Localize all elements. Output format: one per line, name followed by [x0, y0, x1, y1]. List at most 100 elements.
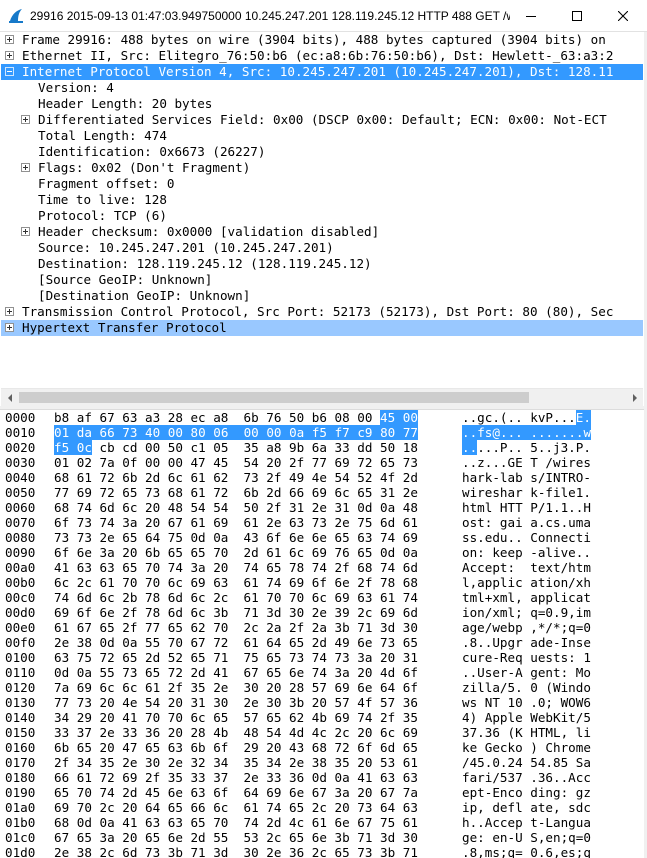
tree-row[interactable]: Ethernet II, Src: Elitegro_76:50:b6 (ec:… [1, 48, 643, 64]
maximize-button[interactable] [554, 0, 600, 31]
tree-row[interactable]: Internet Protocol Version 4, Src: 10.245… [1, 64, 643, 80]
tree-row[interactable]: Fragment offset: 0 [1, 176, 643, 192]
hex-row[interactable]: 0180 66 61 72 69 2f 35 33 37 2e 33 36 0d … [1, 770, 645, 785]
expand-plus-icon[interactable] [21, 227, 30, 236]
tree-row[interactable]: Header Length: 20 bytes [1, 96, 643, 112]
expand-plus-icon[interactable] [5, 307, 14, 316]
hex-ascii: age/webp ,*/*;q=0 [462, 620, 591, 635]
hex-row[interactable]: 0140 34 29 20 41 70 70 6c 65 57 65 62 4b … [1, 710, 645, 725]
expand-plus-icon[interactable] [5, 35, 14, 44]
details-horizontal-scrollbar[interactable] [1, 388, 643, 406]
hex-ascii: cure-Req uests: 1 [462, 650, 591, 665]
hex-row[interactable]: 00c0 74 6d 6c 2b 78 6d 6c 2c 61 70 70 6c … [1, 590, 645, 605]
hex-row[interactable]: 0000 b8 af 67 63 a3 28 ec a8 6b 76 50 b6 … [1, 410, 645, 425]
tree-row[interactable]: Protocol: TCP (6) [1, 208, 643, 224]
hex-bytes: 2e 38 0d 0a 55 70 67 72 61 64 65 2d 49 6… [54, 635, 418, 650]
hex-offset: 0130 [5, 695, 36, 710]
hex-ascii: ion/xml; q=0.9,im [462, 605, 591, 620]
tree-row-label: Flags: 0x02 (Don't Fragment) [38, 160, 251, 175]
hex-ascii: zilla/5. 0 (Windo [462, 680, 591, 695]
wireshark-fin-icon [9, 9, 23, 23]
hex-row[interactable]: 0040 68 61 72 6b 2d 6c 61 62 73 2f 49 4e … [1, 470, 645, 485]
hex-row[interactable]: 0060 68 74 6d 6c 20 48 54 54 50 2f 31 2e … [1, 500, 645, 515]
tree-row[interactable]: [Source GeoIP: Unknown] [1, 272, 643, 288]
hex-ascii: ept-Enco ding: gz [462, 785, 591, 800]
hex-bytes: 77 69 72 65 73 68 61 72 6b 2d 66 69 6c 6… [54, 485, 418, 500]
tree-row[interactable]: Header checksum: 0x0000 [validation disa… [1, 224, 643, 240]
hex-row[interactable]: 00e0 61 67 65 2f 77 65 62 70 2c 2a 2f 2a … [1, 620, 645, 635]
hex-offset: 00e0 [5, 620, 36, 635]
hex-bytes: 68 0d 0a 41 63 63 65 70 74 2d 4c 61 6e 6… [54, 815, 418, 830]
hex-row[interactable]: 00a0 41 63 63 65 70 74 3a 20 74 65 78 74 … [1, 560, 645, 575]
hex-row[interactable]: 0030 01 02 7a 0f 00 00 47 45 54 20 2f 77 … [1, 455, 645, 470]
hex-row[interactable]: 00f0 2e 38 0d 0a 55 70 67 72 61 64 65 2d … [1, 635, 645, 650]
hex-ascii: ge: en-U S,en;q=0 [462, 830, 591, 845]
hex-row[interactable]: 0080 73 73 2e 65 64 75 0d 0a 43 6f 6e 6e … [1, 530, 645, 545]
scroll-right-button[interactable] [626, 389, 643, 406]
packet-bytes-pane[interactable]: 0000 b8 af 67 63 a3 28 ec a8 6b 76 50 b6 … [1, 410, 645, 858]
hex-offset: 00a0 [5, 560, 36, 575]
hex-row[interactable]: 0170 2f 34 35 2e 30 2e 32 34 35 34 2e 38 … [1, 755, 645, 770]
tree-row-label: Hypertext Transfer Protocol [22, 320, 227, 335]
hex-row[interactable]: 01c0 67 65 3a 20 65 6e 2d 55 53 2c 65 6e … [1, 830, 645, 845]
hex-row[interactable]: 0050 77 69 72 65 73 68 61 72 6b 2d 66 69 … [1, 485, 645, 500]
hex-offset: 0140 [5, 710, 36, 725]
hex-row[interactable]: 0100 63 75 72 65 2d 52 65 71 75 65 73 74 … [1, 650, 645, 665]
hex-ascii: 37.36 (K HTML, li [462, 725, 591, 740]
tree-row[interactable]: Destination: 128.119.245.12 (128.119.245… [1, 256, 643, 272]
tree-row[interactable]: Hypertext Transfer Protocol [1, 320, 643, 336]
hex-row[interactable]: 0010 01 da 66 73 40 00 80 06 00 00 0a f5 … [1, 425, 645, 440]
hex-row[interactable]: 00d0 69 6f 6e 2f 78 6d 6c 3b 71 3d 30 2e … [1, 605, 645, 620]
hex-offset: 01c0 [5, 830, 36, 845]
expand-plus-icon[interactable] [21, 163, 30, 172]
scroll-left-button[interactable] [1, 389, 18, 406]
hex-row[interactable]: 0090 6f 6e 3a 20 6b 65 65 70 2d 61 6c 69 … [1, 545, 645, 560]
hex-bytes: 61 67 65 2f 77 65 62 70 2c 2a 2f 2a 3b 7… [54, 620, 418, 635]
tree-row-label: Identification: 0x6673 (26227) [38, 144, 266, 159]
hex-ascii: h..Accep t-Langua [462, 815, 591, 830]
hex-row[interactable]: 0190 65 70 74 2d 45 6e 63 6f 64 69 6e 67 … [1, 785, 645, 800]
tree-row-label: Header checksum: 0x0000 [validation disa… [38, 224, 380, 239]
hex-row[interactable]: 0130 77 73 20 4e 54 20 31 30 2e 30 3b 20 … [1, 695, 645, 710]
hex-offset: 0010 [5, 425, 36, 440]
hex-bytes: 6b 65 20 47 65 63 6b 6f 29 20 43 68 72 6… [54, 740, 418, 755]
hex-row[interactable]: 0120 7a 69 6c 6c 61 2f 35 2e 30 20 28 57 … [1, 680, 645, 695]
tree-row[interactable]: Total Length: 474 [1, 128, 643, 144]
hex-offset: 0080 [5, 530, 36, 545]
tree-row[interactable]: Identification: 0x6673 (26227) [1, 144, 643, 160]
hex-row[interactable]: 0160 6b 65 20 47 65 63 6b 6f 29 20 43 68 … [1, 740, 645, 755]
tree-row[interactable]: Differentiated Services Field: 0x00 (DSC… [1, 112, 643, 128]
packet-details-tree[interactable]: Frame 29916: 488 bytes on wire (3904 bit… [1, 32, 643, 388]
hex-row[interactable]: 0070 6f 73 74 3a 20 67 61 69 61 2e 63 73 … [1, 515, 645, 530]
tree-row-label: [Source GeoIP: Unknown] [38, 272, 213, 287]
hex-row[interactable]: 01b0 68 0d 0a 41 63 63 65 70 74 2d 4c 61 … [1, 815, 645, 830]
expand-plus-icon[interactable] [5, 51, 14, 60]
expand-plus-icon[interactable] [21, 115, 30, 124]
tree-row[interactable]: Version: 4 [1, 80, 643, 96]
hex-row[interactable]: 0110 0d 0a 55 73 65 72 2d 41 67 65 6e 74 … [1, 665, 645, 680]
scroll-thumb[interactable] [19, 392, 529, 403]
tree-row[interactable]: [Destination GeoIP: Unknown] [1, 288, 643, 304]
tree-row-label: [Destination GeoIP: Unknown] [38, 288, 251, 303]
hex-row[interactable]: 0020 f5 0c cb cd 00 50 c1 05 35 a8 9b 6a … [1, 440, 645, 455]
collapse-minus-icon[interactable] [5, 67, 14, 76]
hex-row[interactable]: 0150 33 37 2e 33 36 20 28 4b 48 54 4d 4c … [1, 725, 645, 740]
hex-row[interactable]: 01d0 2e 38 2c 6d 73 3b 71 3d 30 2e 36 2c … [1, 845, 645, 858]
hex-row[interactable]: 00b0 6c 2c 61 70 70 6c 69 63 61 74 69 6f … [1, 575, 645, 590]
tree-row[interactable]: Source: 10.245.247.201 (10.245.247.201) [1, 240, 643, 256]
tree-row[interactable]: Transmission Control Protocol, Src Port:… [1, 304, 643, 320]
tree-row[interactable]: Frame 29916: 488 bytes on wire (3904 bit… [1, 32, 643, 48]
minimize-icon [526, 15, 536, 17]
hex-bytes: 66 61 72 69 2f 35 33 37 2e 33 36 0d 0a 4… [54, 770, 418, 785]
hex-row[interactable]: 01a0 69 70 2c 20 64 65 66 6c 61 74 65 2c … [1, 800, 645, 815]
close-icon [618, 10, 628, 21]
hex-bytes: 2e 38 2c 6d 73 3b 71 3d 30 2e 36 2c 65 7… [54, 845, 418, 858]
close-button[interactable] [600, 0, 646, 31]
tree-row[interactable]: Time to live: 128 [1, 192, 643, 208]
hex-ascii: ..gc.(.. kvP...E. [462, 410, 591, 425]
expand-plus-icon[interactable] [5, 323, 14, 332]
minimize-button[interactable] [508, 0, 554, 31]
tree-row[interactable]: Flags: 0x02 (Don't Fragment) [1, 160, 643, 176]
hex-offset: 00b0 [5, 575, 36, 590]
tree-row-label: Transmission Control Protocol, Src Port:… [22, 304, 614, 319]
